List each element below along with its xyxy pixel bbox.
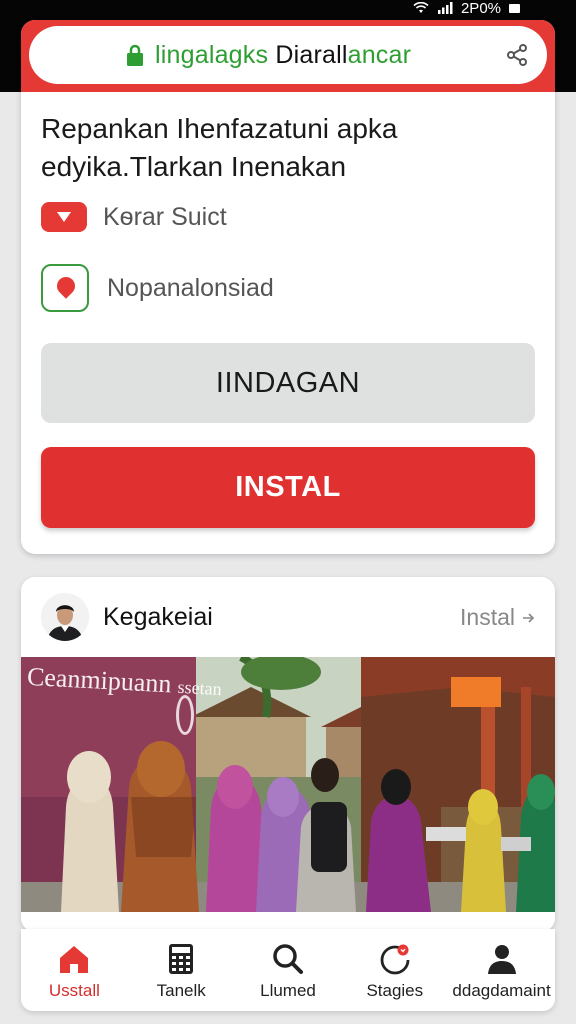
signal-icon	[437, 2, 453, 14]
banner-logo	[176, 695, 194, 735]
headline-line-2: edyika.Tlarkan Inenakan	[41, 151, 347, 182]
url-text: lingalagks Diarallancar	[155, 41, 411, 70]
headline-line-1: Repankan Ihenfazatuni apka	[41, 113, 398, 144]
nav-item-search[interactable]: Llumed	[235, 929, 342, 1011]
avatar[interactable]	[41, 593, 89, 641]
feature-label-1: Kѳrar Suict	[103, 202, 227, 231]
stories-icon	[380, 944, 410, 975]
nav-label-stories: Stagies	[366, 981, 424, 1000]
feature-row-2: Nopanalonsiad	[41, 264, 274, 312]
battery-percent: 2P0%	[460, 0, 501, 17]
person-icon	[487, 945, 516, 974]
nav-item-stories[interactable]: Stagies	[341, 929, 448, 1011]
feature-label-2: Nopanalonsiad	[107, 273, 274, 302]
nav-item-home[interactable]: Usstall	[21, 929, 128, 1011]
nav-label-calculator: Tanelk	[156, 981, 206, 1000]
app-install-card: lingalagks Diarallancar Repankan Ihenfaz…	[21, 20, 555, 554]
banner-title: Ceanmipuann	[26, 661, 173, 699]
location-pin-icon	[41, 264, 89, 312]
nav-item-calculator[interactable]: Tanelk	[128, 929, 235, 1011]
lock-icon	[127, 44, 143, 66]
secondary-button[interactable]: IINDAGAN	[41, 343, 535, 423]
post-photo[interactable]: Ceanmipuann ssetan	[21, 657, 555, 912]
nav-item-profile[interactable]: ddagdamaint	[448, 929, 555, 1011]
search-icon	[273, 944, 303, 974]
battery-icon	[509, 3, 520, 13]
post-action-label: Instal	[460, 604, 515, 630]
url-domain-part: lingalagks	[155, 40, 269, 69]
bottom-navigation: Usstall Tanelk Llumed Stagies ddagdamain…	[21, 929, 555, 1011]
status-icons: 2P0%	[413, 0, 520, 17]
nav-label-profile: ddagdamaint	[452, 981, 551, 1000]
app-headline: Repankan Ihenfazatuni apka edyika.Tlarka…	[41, 110, 521, 186]
home-icon	[60, 946, 89, 973]
url-highlight-part: Diarall	[275, 40, 348, 69]
nav-label-search: Llumed	[260, 981, 316, 1000]
wifi-icon	[413, 2, 429, 14]
url-domain-end: ancar	[347, 40, 412, 69]
arrow-right-icon	[523, 612, 535, 623]
calculator-icon	[169, 944, 194, 974]
feature-row-1: Kѳrar Suict	[41, 202, 227, 232]
video-icon	[41, 202, 87, 232]
post-install-link[interactable]: Instal	[460, 604, 535, 631]
share-icon[interactable]	[505, 43, 529, 67]
install-button[interactable]: INSTAL	[41, 447, 535, 528]
post-author[interactable]: Kegakeiai	[103, 603, 213, 632]
post-card: Kegakeiai Instal Ceanmipuann ssetan	[21, 577, 555, 932]
nav-label-home: Usstall	[48, 981, 100, 1000]
url-bar[interactable]: lingalagks Diarallancar	[29, 26, 547, 84]
